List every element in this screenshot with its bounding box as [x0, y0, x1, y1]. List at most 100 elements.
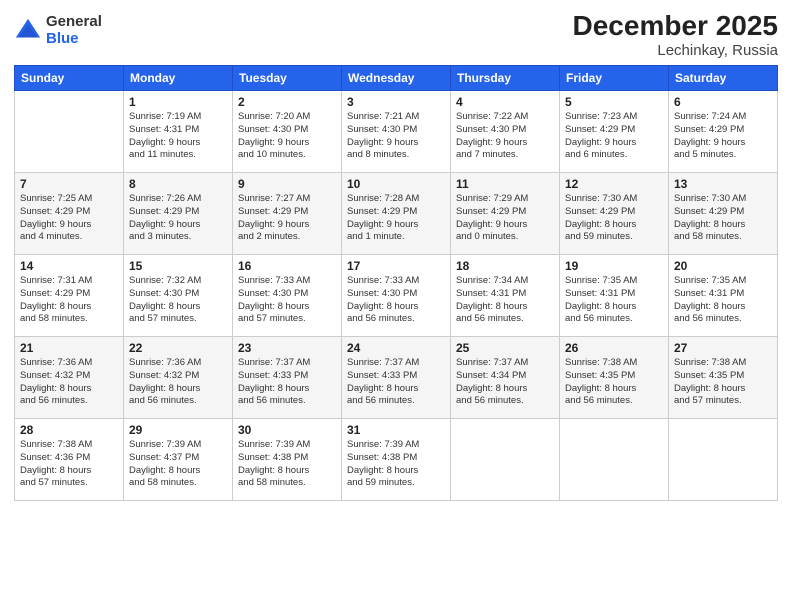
day-number: 27 [674, 341, 772, 355]
calendar-cell: 1Sunrise: 7:19 AM Sunset: 4:31 PM Daylig… [124, 91, 233, 173]
page-subtitle: Lechinkay, Russia [573, 42, 778, 59]
day-info: Sunrise: 7:38 AM Sunset: 4:35 PM Dayligh… [674, 357, 772, 408]
calendar-cell: 2 Sunrise: 7:20 AM Sunset: 4:30 PM Daylig… [233, 91, 342, 173]
day-info: Sunrise: 7:39 AM Sunset: 4:37 PM Dayligh… [129, 439, 227, 490]
day-info: Sunrise: 7:30 AM Sunset: 4:29 PM Dayligh… [674, 193, 772, 244]
calendar-cell [669, 419, 778, 501]
col-monday: Monday [124, 66, 233, 91]
calendar-cell: 11 Sunrise: 7:29 AM Sunset: 4:29 PM Dayli… [451, 173, 560, 255]
day-info: Sunrise: 7:32 AM Sunset: 4:30 PM Dayligh… [129, 275, 227, 326]
day-number: 22 [129, 341, 227, 355]
day-info: Sunrise: 7:39 AM Sunset: 4:38 PM Dayligh… [238, 439, 336, 490]
day-info: Sunrise: 7:31 AM Sunset: 4:29 PM Dayligh… [20, 275, 118, 326]
calendar-cell: 9Sunrise: 7:27 AM Sunset: 4:29 PM Daylig… [233, 173, 342, 255]
day-number: 21 [20, 341, 118, 355]
calendar-cell: 31 Sunrise: 7:39 AM Sunset: 4:38 PM Dayli… [342, 419, 451, 501]
day-number: 19 [565, 259, 663, 273]
day-info: Sunrise: 7:39 AM Sunset: 4:38 PM Dayligh… [347, 439, 445, 490]
calendar-cell: 15 Sunrise: 7:32 AM Sunset: 4:30 PM Dayli… [124, 255, 233, 337]
col-saturday: Saturday [669, 66, 778, 91]
calendar-cell [451, 419, 560, 501]
day-info: Sunrise: 7:33 AM Sunset: 4:30 PM Dayligh… [238, 275, 336, 326]
day-number: 4 [456, 95, 554, 109]
day-info: Sunrise: 7:25 AM Sunset: 4:29 PM Dayligh… [20, 193, 118, 244]
calendar-cell: 6Sunrise: 7:24 AM Sunset: 4:29 PM Daylig… [669, 91, 778, 173]
calendar-week-5: 28 Sunrise: 7:38 AM Sunset: 4:36 PM Dayli… [15, 419, 778, 501]
col-tuesday: Tuesday [233, 66, 342, 91]
calendar-cell [15, 91, 124, 173]
day-number: 24 [347, 341, 445, 355]
header: General Blue December 2025 Lechinkay, Ru… [14, 10, 778, 59]
day-number: 7 [20, 177, 118, 191]
calendar-cell: 16 Sunrise: 7:33 AM Sunset: 4:30 PM Dayli… [233, 255, 342, 337]
day-number: 25 [456, 341, 554, 355]
calendar-week-4: 21 Sunrise: 7:36 AM Sunset: 4:32 PM Dayli… [15, 337, 778, 419]
day-number: 2 [238, 95, 336, 109]
day-info: Sunrise: 7:35 AM Sunset: 4:31 PM Dayligh… [674, 275, 772, 326]
calendar-cell: 14 Sunrise: 7:31 AM Sunset: 4:29 PM Dayli… [15, 255, 124, 337]
day-number: 18 [456, 259, 554, 273]
day-info: Sunrise: 7:26 AM Sunset: 4:29 PM Dayligh… [129, 193, 227, 244]
day-number: 3 [347, 95, 445, 109]
day-number: 26 [565, 341, 663, 355]
day-number: 6 [674, 95, 772, 109]
calendar-cell: 19 Sunrise: 7:35 AM Sunset: 4:31 PM Dayli… [560, 255, 669, 337]
calendar-cell: 29 Sunrise: 7:39 AM Sunset: 4:37 PM Dayli… [124, 419, 233, 501]
day-number: 29 [129, 423, 227, 437]
day-number: 20 [674, 259, 772, 273]
day-info: Sunrise: 7:33 AM Sunset: 4:30 PM Dayligh… [347, 275, 445, 326]
day-number: 11 [456, 177, 554, 191]
calendar-cell: 22 Sunrise: 7:36 AM Sunset: 4:32 PM Dayli… [124, 337, 233, 419]
day-number: 16 [238, 259, 336, 273]
day-info: Sunrise: 7:37 AM Sunset: 4:34 PM Dayligh… [456, 357, 554, 408]
calendar-cell: 26Sunrise: 7:38 AM Sunset: 4:35 PM Dayli… [560, 337, 669, 419]
calendar-week-3: 14 Sunrise: 7:31 AM Sunset: 4:29 PM Dayli… [15, 255, 778, 337]
day-number: 8 [129, 177, 227, 191]
day-number: 9 [238, 177, 336, 191]
calendar-cell: 10Sunrise: 7:28 AM Sunset: 4:29 PM Dayli… [342, 173, 451, 255]
day-info: Sunrise: 7:20 AM Sunset: 4:30 PM Dayligh… [238, 111, 336, 162]
calendar-cell: 20 Sunrise: 7:35 AM Sunset: 4:31 PM Dayli… [669, 255, 778, 337]
logo-text: General Blue [46, 14, 102, 47]
calendar-cell: 24 Sunrise: 7:37 AM Sunset: 4:33 PM Dayli… [342, 337, 451, 419]
calendar-cell: 28 Sunrise: 7:38 AM Sunset: 4:36 PM Dayli… [15, 419, 124, 501]
day-info: Sunrise: 7:35 AM Sunset: 4:31 PM Dayligh… [565, 275, 663, 326]
col-friday: Friday [560, 66, 669, 91]
day-number: 5 [565, 95, 663, 109]
day-info: Sunrise: 7:29 AM Sunset: 4:29 PM Dayligh… [456, 193, 554, 244]
logo-blue: Blue [46, 31, 102, 48]
day-info: Sunrise: 7:30 AM Sunset: 4:29 PM Dayligh… [565, 193, 663, 244]
calendar-cell: 27 Sunrise: 7:38 AM Sunset: 4:35 PM Dayli… [669, 337, 778, 419]
calendar-cell: 13Sunrise: 7:30 AM Sunset: 4:29 PM Dayli… [669, 173, 778, 255]
day-info: Sunrise: 7:36 AM Sunset: 4:32 PM Dayligh… [129, 357, 227, 408]
day-number: 28 [20, 423, 118, 437]
day-number: 12 [565, 177, 663, 191]
calendar-header-row: Sunday Monday Tuesday Wednesday Thursday… [15, 66, 778, 91]
logo-icon [14, 17, 42, 45]
calendar-week-1: 1Sunrise: 7:19 AM Sunset: 4:31 PM Daylig… [15, 91, 778, 173]
day-info: Sunrise: 7:37 AM Sunset: 4:33 PM Dayligh… [347, 357, 445, 408]
calendar-cell [560, 419, 669, 501]
logo-general: General [46, 14, 102, 31]
day-number: 10 [347, 177, 445, 191]
day-info: Sunrise: 7:34 AM Sunset: 4:31 PM Dayligh… [456, 275, 554, 326]
calendar-cell: 8 Sunrise: 7:26 AM Sunset: 4:29 PM Daylig… [124, 173, 233, 255]
calendar-cell: 5 Sunrise: 7:23 AM Sunset: 4:29 PM Daylig… [560, 91, 669, 173]
day-info: Sunrise: 7:38 AM Sunset: 4:36 PM Dayligh… [20, 439, 118, 490]
day-number: 14 [20, 259, 118, 273]
page: General Blue December 2025 Lechinkay, Ru… [0, 0, 792, 612]
day-number: 23 [238, 341, 336, 355]
calendar-cell: 17Sunrise: 7:33 AM Sunset: 4:30 PM Dayli… [342, 255, 451, 337]
calendar-cell: 3Sunrise: 7:21 AM Sunset: 4:30 PM Daylig… [342, 91, 451, 173]
logo: General Blue [14, 14, 102, 47]
calendar-cell: 23Sunrise: 7:37 AM Sunset: 4:33 PM Dayli… [233, 337, 342, 419]
calendar-cell: 7 Sunrise: 7:25 AM Sunset: 4:29 PM Daylig… [15, 173, 124, 255]
calendar-cell: 25 Sunrise: 7:37 AM Sunset: 4:34 PM Dayli… [451, 337, 560, 419]
title-block: December 2025 Lechinkay, Russia [573, 10, 778, 59]
calendar-cell: 21Sunrise: 7:36 AM Sunset: 4:32 PM Dayli… [15, 337, 124, 419]
calendar-week-2: 7 Sunrise: 7:25 AM Sunset: 4:29 PM Daylig… [15, 173, 778, 255]
day-info: Sunrise: 7:23 AM Sunset: 4:29 PM Dayligh… [565, 111, 663, 162]
day-number: 15 [129, 259, 227, 273]
day-info: Sunrise: 7:19 AM Sunset: 4:31 PM Dayligh… [129, 111, 227, 162]
day-number: 31 [347, 423, 445, 437]
